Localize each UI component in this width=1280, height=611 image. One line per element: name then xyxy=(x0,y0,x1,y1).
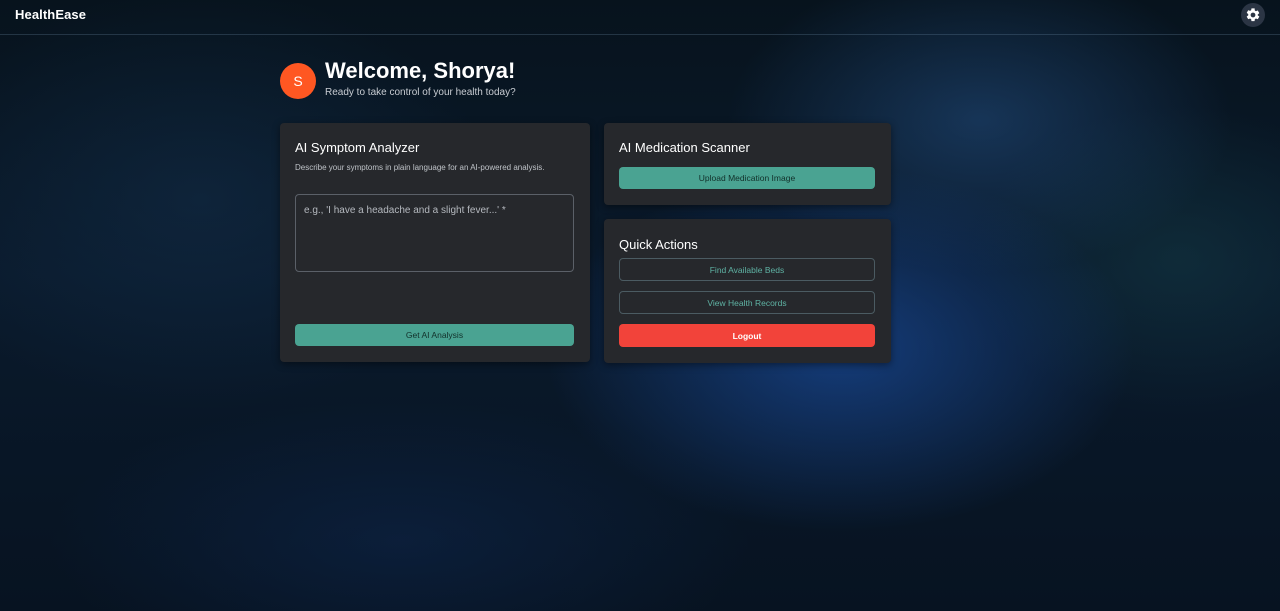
quick-actions-card: Quick Actions Find Available Beds View H… xyxy=(604,219,891,363)
upload-medication-image-button[interactable]: Upload Medication Image xyxy=(619,167,875,189)
logout-button[interactable]: Logout xyxy=(619,324,875,347)
user-avatar[interactable]: S xyxy=(280,63,316,99)
symptom-analyzer-title: AI Symptom Analyzer xyxy=(295,140,420,155)
symptom-input[interactable] xyxy=(295,194,574,272)
top-navigation-bar: HealthEase xyxy=(0,0,1280,35)
welcome-subtitle: Ready to take control of your health tod… xyxy=(325,87,516,98)
gear-icon xyxy=(1246,8,1260,22)
find-available-beds-button[interactable]: Find Available Beds xyxy=(619,258,875,281)
settings-button[interactable] xyxy=(1241,3,1265,27)
medication-scanner-title: AI Medication Scanner xyxy=(619,140,750,155)
quick-actions-title: Quick Actions xyxy=(619,237,698,252)
brand-logo-text[interactable]: HealthEase xyxy=(15,7,86,22)
welcome-title: Welcome, Shorya! xyxy=(325,58,516,83)
get-ai-analysis-button[interactable]: Get AI Analysis xyxy=(295,324,574,346)
symptom-analyzer-description: Describe your symptoms in plain language… xyxy=(295,163,545,172)
medication-scanner-card: AI Medication Scanner Upload Medication … xyxy=(604,123,891,205)
view-health-records-button[interactable]: View Health Records xyxy=(619,291,875,314)
symptom-analyzer-card: AI Symptom Analyzer Describe your sympto… xyxy=(280,123,590,362)
